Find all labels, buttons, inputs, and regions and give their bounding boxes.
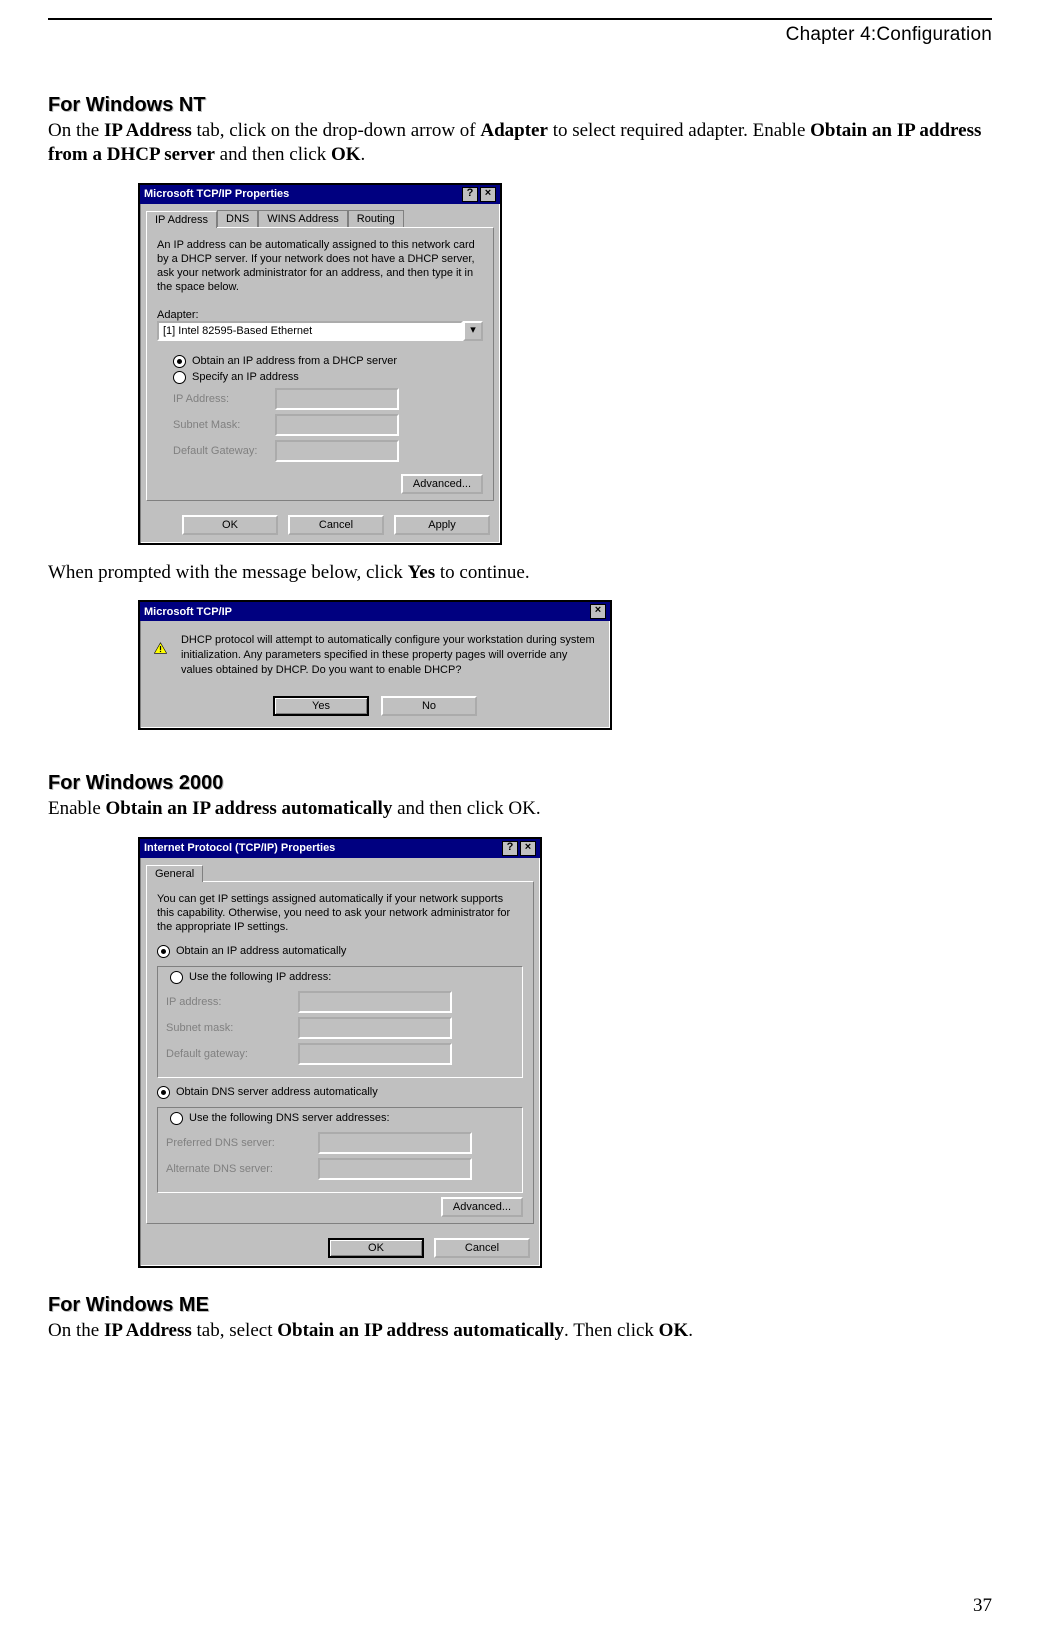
no-button[interactable]: No xyxy=(381,696,477,716)
tab-routing[interactable]: Routing xyxy=(348,210,404,227)
radio-auto-ip[interactable]: Obtain an IP address automatically xyxy=(157,945,523,958)
heading-windows-2000: For Windows 2000 xyxy=(48,772,992,795)
radio-dot-icon xyxy=(173,355,186,368)
alternate-dns-label: Alternate DNS server: xyxy=(166,1163,306,1175)
nt-dialog-desc: An IP address can be automatically assig… xyxy=(157,238,483,295)
nt-after-text: When prompted with the message below, cl… xyxy=(48,561,992,585)
radio-use-ip[interactable]: Use the following IP address: xyxy=(166,971,335,984)
warning-icon xyxy=(154,633,167,663)
advanced-button[interactable]: Advanced... xyxy=(441,1197,523,1217)
default-gateway-field xyxy=(275,440,399,462)
close-icon[interactable]: × xyxy=(480,187,496,202)
page-number: 37 xyxy=(973,1595,992,1617)
radio-dot-icon xyxy=(170,1112,183,1125)
yes-button[interactable]: Yes xyxy=(273,696,369,716)
adapter-label: Adapter: xyxy=(157,309,483,321)
adapter-combo[interactable]: [1] Intel 82595-Based Ethernet ▾ xyxy=(157,321,483,341)
radio-dot-icon xyxy=(157,945,170,958)
heading-windows-me: For Windows ME xyxy=(48,1294,992,1317)
subnet-mask-field xyxy=(275,414,399,436)
tab-ip-address[interactable]: IP Address xyxy=(146,211,217,228)
nt-tcpip-dialog: Microsoft TCP/IP Properties ? × IP Addre… xyxy=(138,183,502,545)
cancel-button[interactable]: Cancel xyxy=(288,515,384,535)
tab-wins-address[interactable]: WINS Address xyxy=(258,210,348,227)
tab-dns[interactable]: DNS xyxy=(217,210,258,227)
w2000-desc: You can get IP settings assigned automat… xyxy=(157,892,523,935)
wme-intro: On the IP Address tab, select Obtain an … xyxy=(48,1319,992,1343)
cancel-button[interactable]: Cancel xyxy=(434,1238,530,1258)
ip-address-label: IP address: xyxy=(166,996,286,1008)
tab-general[interactable]: General xyxy=(146,865,203,882)
ok-button[interactable]: OK xyxy=(328,1238,424,1258)
preferred-dns-label: Preferred DNS server: xyxy=(166,1137,306,1149)
help-icon[interactable]: ? xyxy=(462,187,478,202)
nt-intro: On the IP Address tab, click on the drop… xyxy=(48,119,992,167)
radio-dhcp[interactable]: Obtain an IP address from a DHCP server xyxy=(173,355,483,368)
apply-button[interactable]: Apply xyxy=(394,515,490,535)
dialog-title: Microsoft TCP/IP xyxy=(144,606,232,618)
dialog-title: Microsoft TCP/IP Properties xyxy=(144,188,289,200)
radio-auto-dns[interactable]: Obtain DNS server address automatically xyxy=(157,1086,523,1099)
advanced-button[interactable]: Advanced... xyxy=(401,474,483,494)
heading-windows-nt: For Windows NT xyxy=(48,94,992,117)
group-use-ip: Use the following IP address: IP address… xyxy=(157,966,523,1078)
confirm-text: DHCP protocol will attempt to automatica… xyxy=(181,633,596,678)
default-gateway-label: Default Gateway: xyxy=(173,445,263,457)
radio-dot-icon xyxy=(170,971,183,984)
radio-use-dns[interactable]: Use the following DNS server addresses: xyxy=(166,1112,394,1125)
help-icon[interactable]: ? xyxy=(502,841,518,856)
w2000-intro: Enable Obtain an IP address automaticall… xyxy=(48,797,992,821)
ip-address-field xyxy=(275,388,399,410)
radio-dot-icon xyxy=(173,371,186,384)
adapter-value: [1] Intel 82595-Based Ethernet xyxy=(157,321,463,341)
subnet-mask-label: Subnet Mask: xyxy=(173,419,263,431)
default-gateway-label: Default gateway: xyxy=(166,1048,286,1060)
dialog-title: Internet Protocol (TCP/IP) Properties xyxy=(144,842,335,854)
w2000-tcpip-dialog: Internet Protocol (TCP/IP) Properties ? … xyxy=(138,837,542,1268)
subnet-mask-label: Subnet mask: xyxy=(166,1022,286,1034)
radio-specify[interactable]: Specify an IP address xyxy=(173,371,483,384)
preferred-dns-field xyxy=(318,1132,472,1154)
nt-confirm-dialog: Microsoft TCP/IP × DHCP protocol will at… xyxy=(138,600,612,730)
chapter-header: Chapter 4:Configuration xyxy=(48,20,992,46)
close-icon[interactable]: × xyxy=(520,841,536,856)
chevron-down-icon[interactable]: ▾ xyxy=(463,321,483,341)
subnet-mask-field xyxy=(298,1017,452,1039)
ok-button[interactable]: OK xyxy=(182,515,278,535)
close-icon[interactable]: × xyxy=(590,604,606,619)
default-gateway-field xyxy=(298,1043,452,1065)
ip-address-field xyxy=(298,991,452,1013)
group-use-dns: Use the following DNS server addresses: … xyxy=(157,1107,523,1193)
alternate-dns-field xyxy=(318,1158,472,1180)
radio-dot-icon xyxy=(157,1086,170,1099)
ip-address-label: IP Address: xyxy=(173,393,263,405)
